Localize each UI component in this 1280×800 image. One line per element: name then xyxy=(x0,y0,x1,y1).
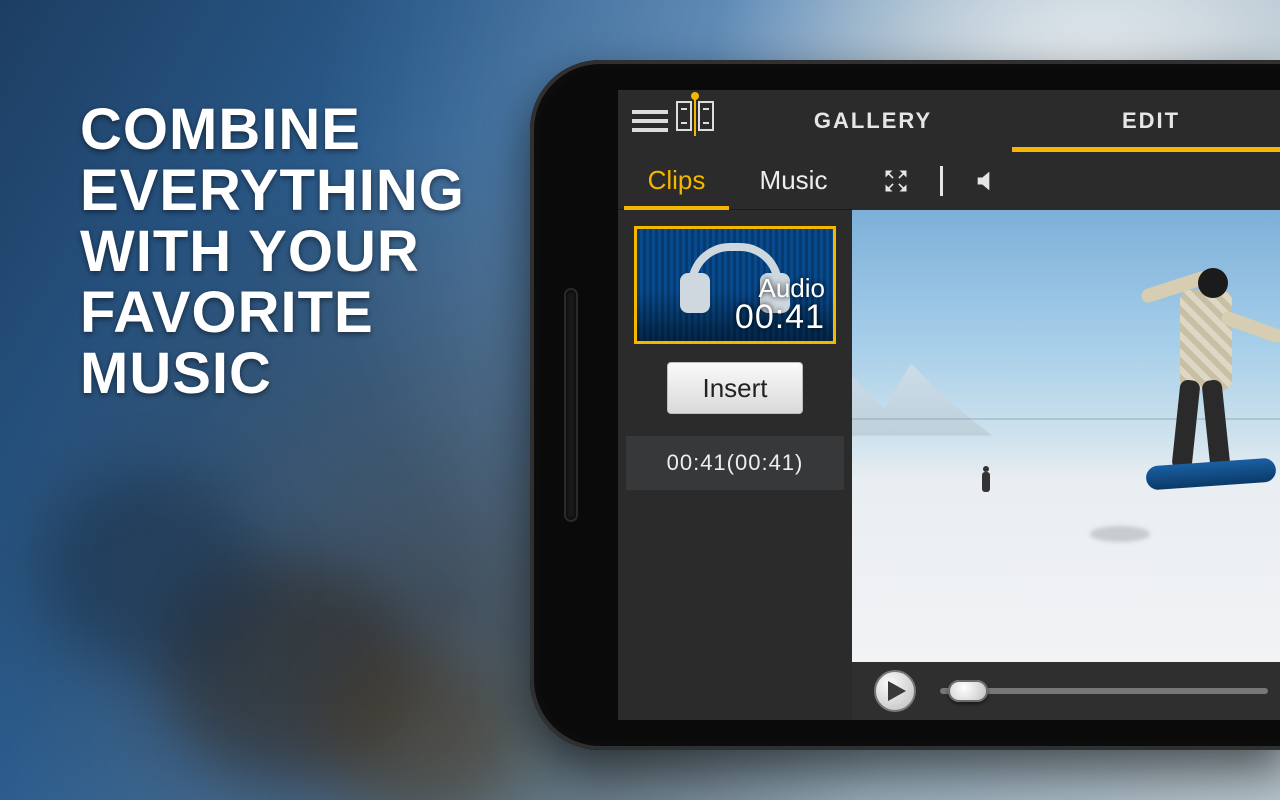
seek-track[interactable] xyxy=(940,688,1268,694)
subtab-music-label: Music xyxy=(760,165,828,196)
clip-time: 00:41 xyxy=(735,298,825,337)
phone-earpiece xyxy=(566,290,576,520)
play-icon xyxy=(888,681,906,701)
subtab-clips[interactable]: Clips xyxy=(618,152,735,209)
subtab-clips-label: Clips xyxy=(648,165,706,196)
toolbar-divider xyxy=(940,166,943,196)
fullscreen-icon[interactable] xyxy=(882,167,910,195)
phone-mockup: GALLERY EDIT Clips Music xyxy=(530,60,1280,750)
play-button[interactable] xyxy=(874,670,916,712)
marketing-headline: COMBINE EVERYTHING WITH YOUR FAVORITE MU… xyxy=(80,100,465,404)
insert-button[interactable]: Insert xyxy=(667,362,803,414)
tab-gallery[interactable]: GALLERY xyxy=(734,90,1012,152)
film-strip-icon[interactable] xyxy=(676,101,714,141)
tab-edit[interactable]: EDIT xyxy=(1012,90,1280,152)
subtab-music[interactable]: Music xyxy=(735,152,852,209)
app-screen: GALLERY EDIT Clips Music xyxy=(618,90,1280,720)
tab-edit-label: EDIT xyxy=(1122,108,1180,134)
top-app-bar: GALLERY EDIT xyxy=(618,90,1280,152)
preview-toolbar xyxy=(852,152,1280,210)
side-panel: Clips Music Audio 00:41 Insert xyxy=(618,152,852,720)
video-viewport[interactable] xyxy=(852,210,1280,662)
tab-gallery-label: GALLERY xyxy=(814,108,932,134)
insert-button-label: Insert xyxy=(702,373,767,404)
speaker-icon[interactable] xyxy=(973,167,1001,195)
playback-controls xyxy=(852,662,1280,720)
preview-pane xyxy=(852,152,1280,720)
seek-handle[interactable] xyxy=(948,680,988,702)
duration-text: 00:41(00:41) xyxy=(667,450,804,476)
duration-readout: 00:41(00:41) xyxy=(626,436,844,490)
clip-thumbnail[interactable]: Audio 00:41 xyxy=(634,226,836,344)
snowboarder-illustration xyxy=(1140,250,1280,500)
menu-icon[interactable] xyxy=(632,105,668,137)
